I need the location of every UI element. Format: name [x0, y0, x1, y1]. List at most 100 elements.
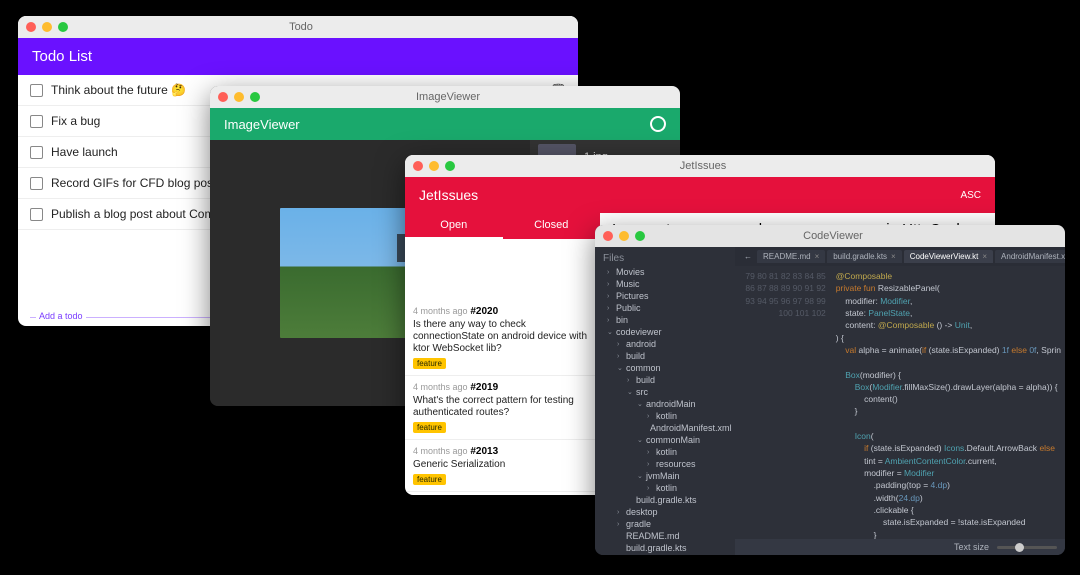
file-tree[interactable]: Files ›Movies›Music›Pictures›Public›bin⌄… [595, 247, 735, 555]
chevron-icon: › [607, 305, 613, 312]
tab-open[interactable]: Open [405, 213, 503, 239]
issue-title: Is there any way to check connectionStat… [413, 319, 591, 355]
tab-closed[interactable]: Closed [503, 213, 601, 239]
tree-item[interactable]: ›kotlin [595, 446, 735, 458]
tree-item[interactable]: ›android [595, 338, 735, 350]
editor-tab[interactable]: AndroidManifest.xml× [995, 250, 1065, 263]
tree-item[interactable]: AndroidManifest.xml [595, 422, 735, 434]
tree-item[interactable]: ›resources [595, 458, 735, 470]
code-content[interactable]: @Composable private fun ResizablePanel( … [832, 266, 1065, 539]
text-size-slider[interactable] [997, 546, 1057, 549]
tree-item[interactable]: ›kotlin [595, 410, 735, 422]
issue-number: #2019 [470, 382, 498, 393]
jetissues-titlebar[interactable]: JetIssues [405, 155, 995, 177]
slider-knob[interactable] [1015, 543, 1024, 552]
tree-item[interactable]: ⌄jvmMain [595, 470, 735, 482]
chevron-icon: › [607, 281, 613, 288]
chevron-icon: › [617, 509, 623, 516]
tree-item[interactable]: ›build [595, 374, 735, 386]
checkbox-icon[interactable] [30, 177, 43, 190]
issue-item[interactable]: 4 months ago #2020 Is there any way to c… [405, 300, 599, 376]
todo-label: Record GIFs for CFD blog post [51, 176, 216, 190]
checkbox-icon[interactable] [30, 84, 43, 97]
jetissues-header: JetIssues ASC [405, 177, 995, 213]
text-size-label: Text size [954, 542, 989, 552]
chevron-icon: ⌄ [637, 436, 643, 444]
tree-item-label: resources [656, 459, 696, 469]
issue-list[interactable]: 4 months ago #2020 Is there any way to c… [405, 300, 600, 496]
tree-item[interactable]: README.md [595, 530, 735, 542]
tree-item-label: commonMain [646, 435, 700, 445]
sort-order[interactable]: ASC [960, 190, 981, 201]
tree-item[interactable]: gradle.properties [595, 554, 735, 555]
issue-when: 4 months ago [413, 446, 468, 456]
checkbox-icon[interactable] [30, 115, 43, 128]
codeviewer-window: CodeViewer Files ›Movies›Music›Pictures›… [595, 225, 1065, 555]
tree-item[interactable]: ⌄commonMain [595, 434, 735, 446]
tree-item[interactable]: ⌄codeviewer [595, 326, 735, 338]
chevron-icon: › [647, 485, 653, 492]
tree-item[interactable]: ›bin [595, 314, 735, 326]
tree-item[interactable]: ›gradle [595, 518, 735, 530]
tree-item[interactable]: ›kotlin [595, 482, 735, 494]
tree-item-label: README.md [626, 531, 680, 541]
tree-item-label: AndroidManifest.xml [650, 423, 732, 433]
issue-item[interactable]: 4 months ago #2009 Incorrect max-age and… [405, 492, 599, 496]
chevron-icon: › [617, 353, 623, 360]
tree-item[interactable]: ›build [595, 350, 735, 362]
tree-item[interactable]: ›Movies [595, 266, 735, 278]
codeviewer-titlebar[interactable]: CodeViewer [595, 225, 1065, 247]
tree-item-label: build [626, 351, 645, 361]
editor-tab[interactable]: build.gradle.kts × [827, 250, 901, 263]
issue-badge: feature [413, 422, 446, 433]
tree-item[interactable]: ⌄androidMain [595, 398, 735, 410]
imageviewer-window-title: ImageViewer [224, 91, 672, 103]
jetissues-window-title: JetIssues [419, 160, 987, 172]
chevron-icon: › [607, 317, 613, 324]
file-tree-head: Files [595, 251, 735, 266]
chevron-icon: ⌄ [617, 364, 623, 372]
todo-window-title: Todo [32, 21, 570, 33]
code-editor[interactable]: 79 80 81 82 83 84 85 86 87 88 89 90 91 9… [735, 266, 1065, 539]
imageviewer-header: ImageViewer [210, 108, 680, 140]
chevron-icon: › [647, 461, 653, 468]
tab-prev-icon[interactable]: ← [741, 252, 755, 261]
close-tab-icon[interactable]: × [815, 252, 820, 261]
tab-label: build.gradle.kts [833, 252, 887, 261]
tree-item-label: Public [616, 303, 641, 313]
editor-tab[interactable]: CodeViewerView.kt× [904, 250, 993, 263]
tree-item[interactable]: ⌄common [595, 362, 735, 374]
todo-header: Todo List [18, 38, 578, 75]
close-tab-icon[interactable]: × [891, 252, 896, 261]
refresh-icon[interactable] [650, 116, 666, 132]
tree-item[interactable]: ›Music [595, 278, 735, 290]
issue-item[interactable]: 4 months ago #2013 Generic Serialization… [405, 440, 599, 492]
checkbox-icon[interactable] [30, 208, 43, 221]
tree-item-label: Pictures [616, 291, 649, 301]
tree-item[interactable]: ›Public [595, 302, 735, 314]
tab-label: AndroidManifest.xml [1001, 252, 1065, 261]
checkbox-icon[interactable] [30, 146, 43, 159]
issue-item[interactable]: 4 months ago #2019 What's the correct pa… [405, 376, 599, 440]
chevron-icon: › [647, 413, 653, 420]
close-tab-icon[interactable]: × [982, 252, 987, 261]
chevron-icon: › [647, 449, 653, 456]
issue-badge: feature [413, 474, 446, 485]
tree-item[interactable]: ›desktop [595, 506, 735, 518]
tree-item[interactable]: build.gradle.kts [595, 494, 735, 506]
tree-item-label: common [626, 363, 661, 373]
todo-titlebar[interactable]: Todo [18, 16, 578, 38]
issue-title: What's the correct pattern for testing a… [413, 395, 591, 419]
editor-tab[interactable]: README.md × [757, 250, 825, 263]
tree-item[interactable]: ›Pictures [595, 290, 735, 302]
tree-item[interactable]: build.gradle.kts [595, 542, 735, 554]
tree-item[interactable]: ⌄src [595, 386, 735, 398]
tree-item-label: build.gradle.kts [626, 543, 687, 553]
imageviewer-titlebar[interactable]: ImageViewer [210, 86, 680, 108]
tab-label: README.md [763, 252, 811, 261]
tree-item-label: build.gradle.kts [636, 495, 697, 505]
tree-item-label: codeviewer [616, 327, 662, 337]
chevron-icon: › [617, 521, 623, 528]
tree-item-label: src [636, 387, 648, 397]
tab-label: CodeViewerView.kt [910, 252, 979, 261]
